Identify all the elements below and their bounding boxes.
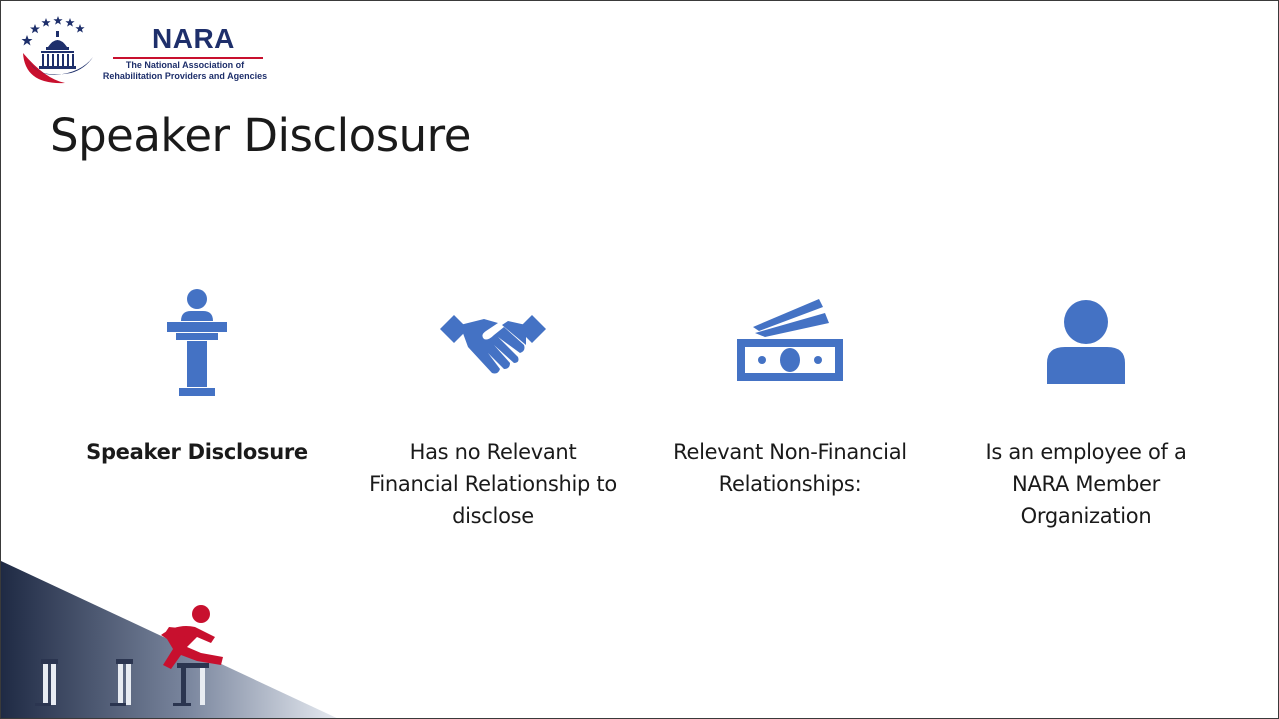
slide: NARA The National Association of Rehabil… bbox=[0, 0, 1279, 719]
column-label: Has no Relevant Financial Relationship t… bbox=[369, 440, 617, 528]
column-non-financial-relationships: Relevant Non-Financial Relationships: bbox=[665, 281, 915, 500]
capitol-emblem-icon bbox=[21, 16, 93, 84]
logo-tagline-line2: Rehabilitation Providers and Agencies bbox=[102, 71, 268, 81]
slide-title: Speaker Disclosure bbox=[50, 109, 471, 162]
person-icon bbox=[1047, 300, 1125, 384]
column-label: Relevant Non-Financial Relationships: bbox=[673, 440, 907, 496]
column-speaker-disclosure: Speaker Disclosure bbox=[72, 281, 322, 468]
money-bills-icon bbox=[737, 299, 843, 381]
podium-speaker-icon bbox=[167, 289, 227, 396]
column-nara-member-employee: Is an employee of a NARA Member Organiza… bbox=[961, 281, 1211, 532]
nara-logo: NARA The National Association of Rehabil… bbox=[15, 13, 275, 95]
column-label: Speaker Disclosure bbox=[86, 440, 308, 464]
handshake-icon bbox=[440, 315, 546, 374]
logo-tagline-line1: The National Association of bbox=[125, 60, 245, 70]
logo-divider bbox=[113, 57, 263, 59]
column-no-financial-relationship: Has no Relevant Financial Relationship t… bbox=[368, 281, 618, 532]
logo-wordmark: NARA bbox=[152, 23, 235, 54]
column-label: Is an employee of a NARA Member Organiza… bbox=[985, 440, 1187, 528]
hurdles-decoration bbox=[1, 561, 337, 718]
logo-tagline: The National Association of Rehabilitati… bbox=[85, 60, 285, 82]
